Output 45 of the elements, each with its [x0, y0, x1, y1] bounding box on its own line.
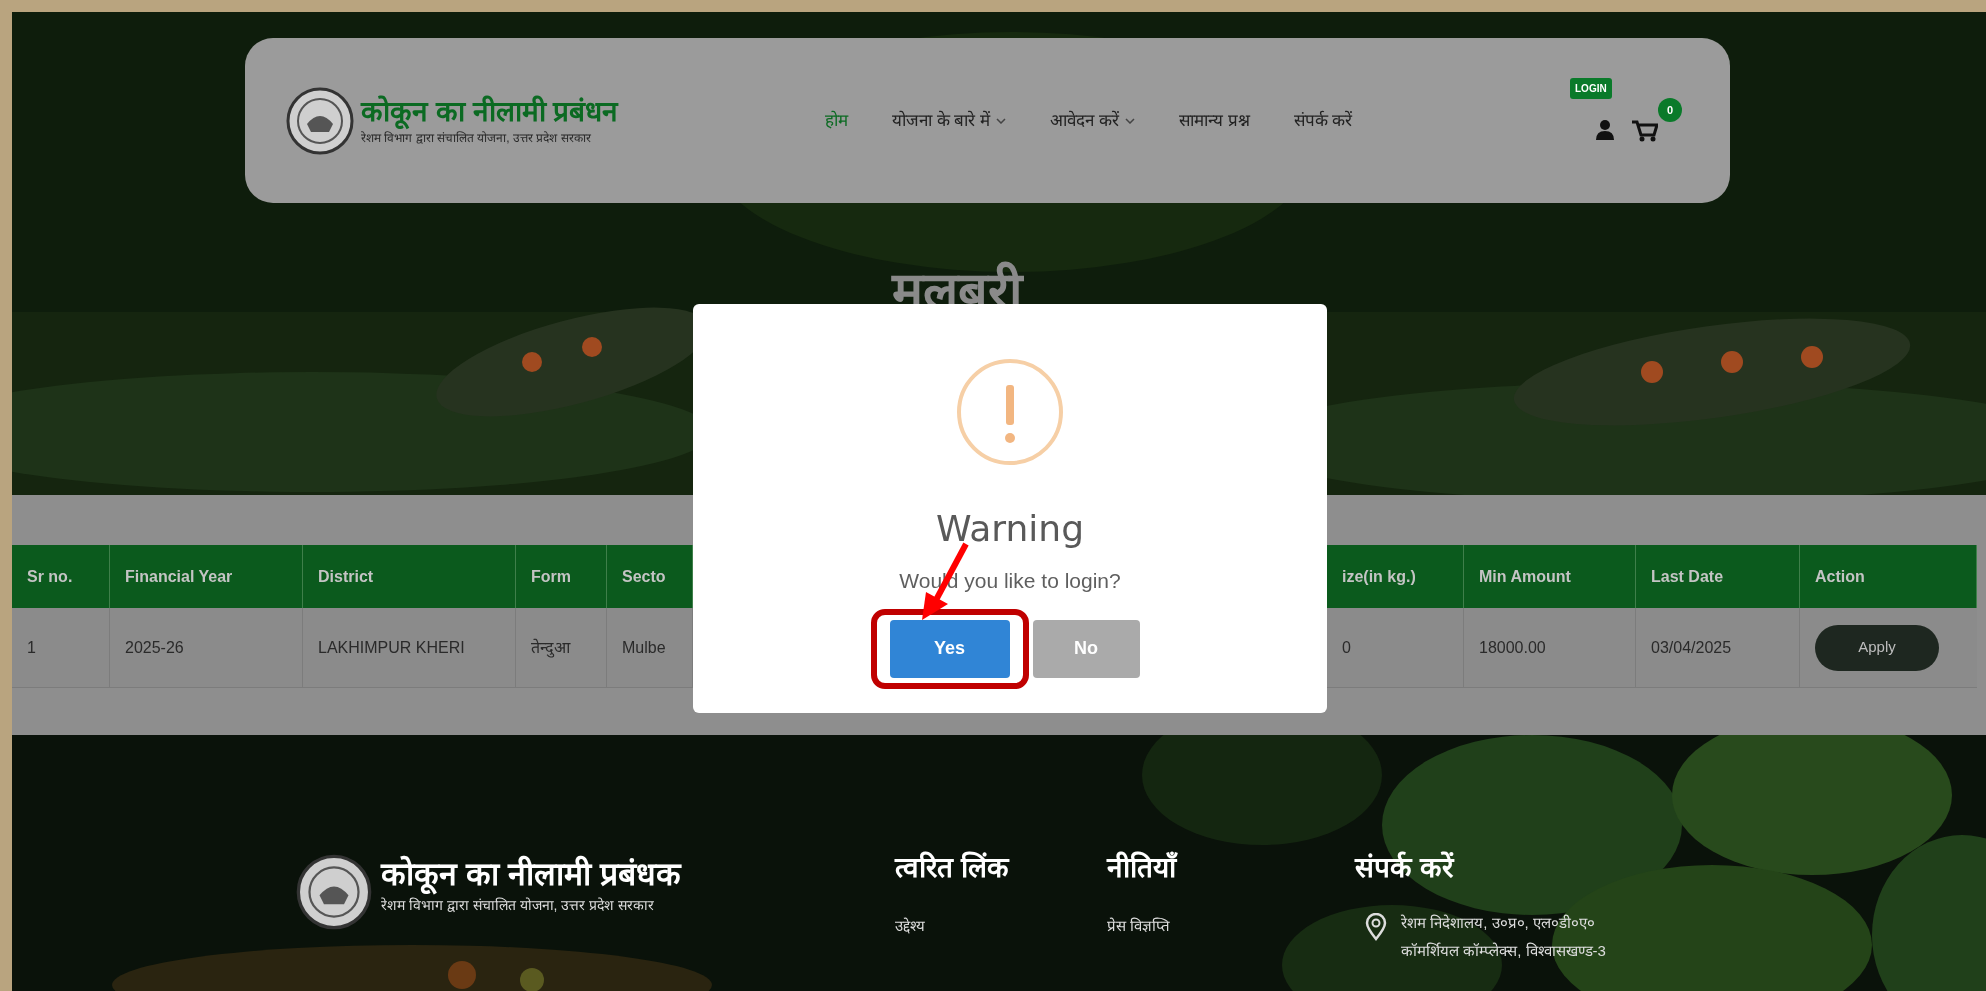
- nav-link[interactable]: योजना के बारे में: [892, 107, 1007, 134]
- logo-title: कोकून का नीलामी प्रबंधन: [361, 94, 619, 129]
- column-header: Last Date: [1636, 545, 1800, 608]
- column-header: Action: [1800, 545, 1977, 608]
- column-header: District: [303, 545, 516, 608]
- footer-subtitle: रेशम विभाग द्वारा संचालित योजना, उत्तर प्रदेश सरकार: [381, 896, 656, 915]
- yes-button[interactable]: Yes: [889, 619, 1010, 678]
- user-icon[interactable]: [1596, 120, 1614, 140]
- apply-button[interactable]: Apply: [1815, 624, 1939, 671]
- table-cell: तेन्दुआ: [516, 608, 607, 688]
- address-line: रेशम निदेशालय, उ०प्र०, एल०डी०ए०: [1401, 913, 1596, 933]
- chevron-down-icon: [1124, 117, 1135, 124]
- emblem-icon: [295, 853, 373, 931]
- footer-link[interactable]: प्रेस विज्ञप्ति: [1107, 915, 1319, 938]
- column-header: Sr no.: [12, 545, 110, 608]
- dialog-title: Warning: [936, 507, 1084, 551]
- cart-icon[interactable]: [1632, 120, 1658, 142]
- column-header: Min Amount: [1464, 545, 1636, 608]
- login-badge[interactable]: LOGIN: [1570, 78, 1612, 99]
- footer-link[interactable]: उद्देश्य: [895, 915, 1107, 938]
- table-cell: 1: [12, 608, 110, 688]
- emblem-icon: [285, 85, 355, 156]
- table-cell: 0: [1327, 608, 1464, 688]
- chevron-down-icon: [996, 117, 1007, 124]
- table-cell: Mulbe: [607, 608, 693, 688]
- nav-link[interactable]: संपर्क करें: [1293, 107, 1353, 134]
- footer-title: कोकून का नीलामी प्रबंधक: [381, 853, 681, 895]
- table-cell: 18000.00: [1464, 608, 1636, 688]
- nav-link[interactable]: सामान्य प्रश्न: [1178, 107, 1250, 134]
- column-header: Secto: [607, 545, 693, 608]
- column-header: Financial Year: [110, 545, 303, 608]
- column-header: Form: [516, 545, 607, 608]
- warning-icon: [956, 357, 1064, 467]
- column-header: ize(in kg.): [1327, 545, 1464, 608]
- logo-subtitle: रेशम विभाग द्वारा संचालित योजना, उत्तर प्रदेश सरकार: [361, 129, 592, 147]
- table-cell: LAKHIMPUR KHERI: [303, 608, 516, 688]
- table-cell: 03/04/2025: [1636, 608, 1800, 688]
- footer-heading: त्वरित लिंक: [895, 850, 1011, 885]
- cart-count-badge: 0: [1658, 98, 1682, 122]
- location-pin-icon: [1365, 913, 1387, 941]
- address-line: कॉमर्शियल कॉम्प्लेक्स, विश्वासखण्ड-3: [1401, 941, 1606, 961]
- table-cell: 2025-26: [110, 608, 303, 688]
- nav-link[interactable]: आवेदन करें: [1050, 107, 1135, 134]
- footer-heading: नीतियाँ: [1107, 850, 1179, 885]
- footer-heading: संपर्क करें: [1355, 850, 1456, 885]
